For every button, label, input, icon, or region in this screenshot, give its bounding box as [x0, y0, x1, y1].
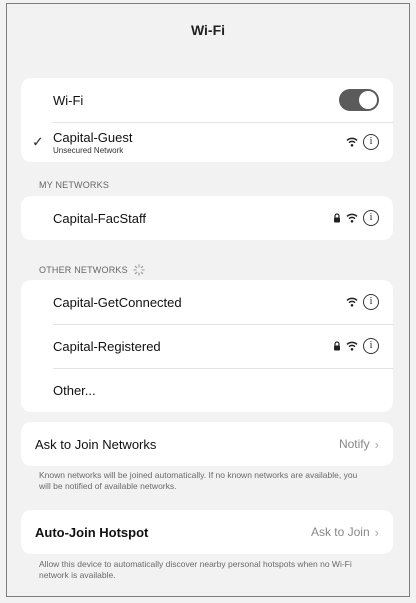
wifi-toggle[interactable]	[339, 89, 379, 111]
my-networks-header: MY NETWORKS	[39, 180, 110, 190]
other-network-label: Other...	[53, 382, 96, 398]
auto-join-label: Auto-Join Hotspot	[35, 524, 149, 540]
network-name: Capital-Registered	[53, 338, 161, 354]
other-network-row[interactable]: Other...	[21, 368, 393, 412]
wifi-signal-icon	[346, 297, 358, 307]
info-icon[interactable]: i	[363, 294, 379, 310]
toggle-knob	[359, 91, 377, 109]
chevron-right-icon: ›	[374, 524, 379, 540]
connected-network-name: Capital-Guest	[53, 129, 133, 145]
auto-join-value: Ask to Join	[310, 525, 370, 539]
connected-network-status: Unsecured Network	[53, 145, 124, 155]
wifi-signal-icon	[346, 137, 358, 147]
info-icon[interactable]: i	[363, 134, 379, 150]
network-row-capital-facstaff[interactable]: Capital-FacStaff i	[21, 196, 393, 240]
wifi-signal-icon	[346, 341, 358, 351]
ask-to-join-value: Notify	[338, 437, 370, 451]
network-name: Capital-GetConnected	[53, 294, 182, 310]
ask-to-join-card: Ask to Join Networks Notify ›	[21, 422, 393, 466]
ask-to-join-footnote: Known networks will be joined automatica…	[39, 470, 358, 491]
wifi-card: Wi-Fi ✓ Capital-Guest Unsecured Network …	[21, 78, 393, 162]
my-networks-card: Capital-FacStaff i	[21, 196, 393, 240]
lock-icon	[333, 341, 341, 351]
network-row-capital-registered[interactable]: Capital-Registered i	[21, 324, 393, 368]
page-title: Wi-Fi	[190, 22, 226, 38]
wifi-toggle-row: Wi-Fi	[21, 78, 393, 122]
auto-join-footnote: Allow this device to automatically disco…	[39, 559, 352, 580]
network-icons: i	[333, 210, 379, 226]
auto-join-value-group: Ask to Join ›	[311, 525, 379, 540]
wifi-toggle-label: Wi-Fi	[53, 92, 84, 108]
ask-to-join-label: Ask to Join Networks	[35, 436, 157, 452]
connected-network-text: Capital-Guest Unsecured Network	[53, 130, 346, 155]
connected-network-icons: i	[346, 134, 379, 150]
other-networks-card: Capital-GetConnected i Capital-Registere…	[21, 280, 393, 412]
network-icons: i	[333, 338, 379, 354]
info-icon[interactable]: i	[363, 210, 379, 226]
info-icon[interactable]: i	[363, 338, 379, 354]
network-icons: i	[346, 294, 379, 310]
wifi-signal-icon	[346, 213, 358, 223]
lock-icon	[333, 213, 341, 223]
wifi-settings-screen: Wi-Fi Wi-Fi ✓ Capital-Guest Unsecured Ne…	[6, 3, 410, 597]
network-row-capital-getconnected[interactable]: Capital-GetConnected i	[21, 280, 393, 324]
network-name: Capital-FacStaff	[53, 210, 146, 226]
auto-join-row[interactable]: Auto-Join Hotspot Ask to Join ›	[21, 510, 393, 554]
loading-spinner-icon	[133, 264, 145, 276]
ask-to-join-value-group: Notify ›	[339, 437, 379, 452]
chevron-right-icon: ›	[374, 436, 379, 452]
other-networks-header: OTHER NETWORKS	[39, 265, 128, 275]
auto-join-card: Auto-Join Hotspot Ask to Join ›	[21, 510, 393, 554]
checkmark-icon: ✓	[32, 133, 44, 150]
other-networks-header-row: OTHER NETWORKS	[39, 264, 145, 276]
ask-to-join-row[interactable]: Ask to Join Networks Notify ›	[21, 422, 393, 466]
connected-network-row[interactable]: ✓ Capital-Guest Unsecured Network i	[21, 122, 393, 162]
